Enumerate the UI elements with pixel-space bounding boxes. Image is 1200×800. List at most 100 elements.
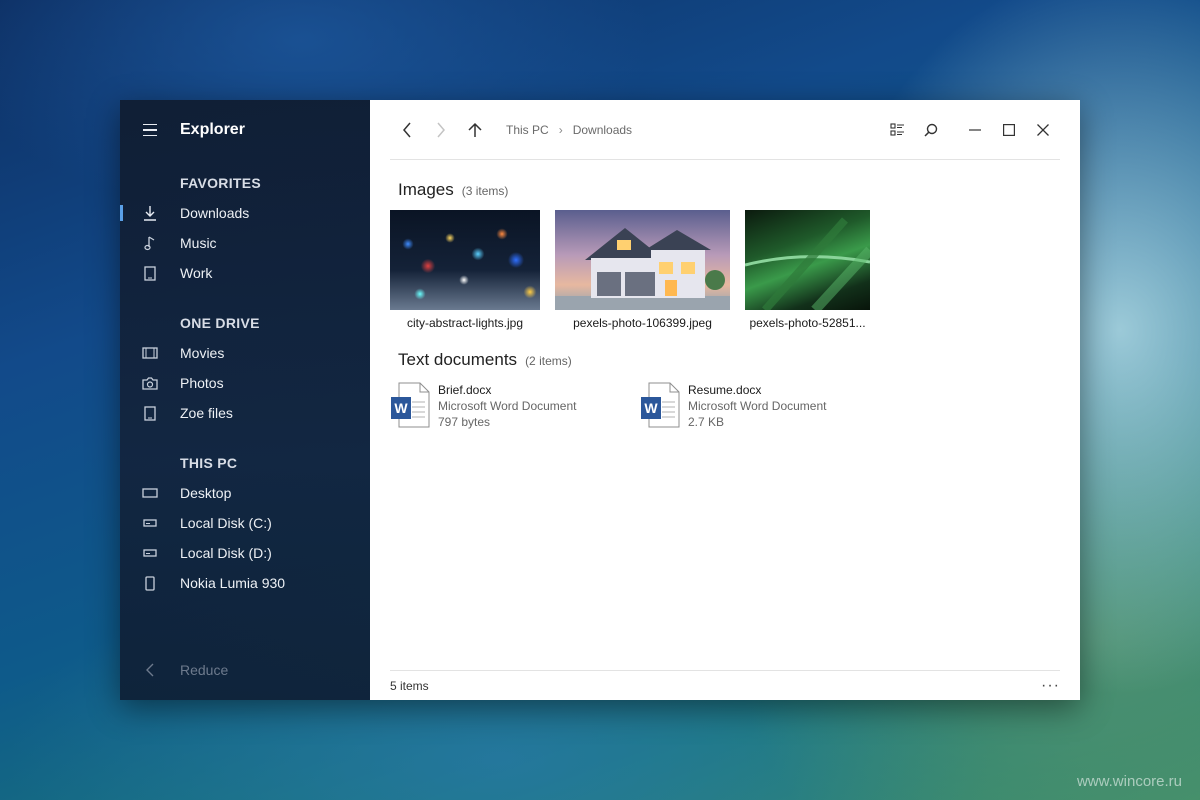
images-group-header: Images (3 items) bbox=[398, 180, 508, 200]
document-type: Microsoft Word Document bbox=[438, 399, 577, 413]
forward-arrow-icon bbox=[437, 122, 445, 137]
onedrive-section: ONE DRIVE Movies Photos Zoe files bbox=[120, 308, 370, 428]
music-icon bbox=[120, 235, 180, 251]
sidebar-item-label: Nokia Lumia 930 bbox=[180, 575, 286, 591]
svg-text:W: W bbox=[644, 400, 658, 416]
chevron-left-icon bbox=[120, 663, 180, 677]
image-file-name: city-abstract-lights.jpg bbox=[406, 316, 524, 330]
breadcrumb-downloads[interactable]: Downloads bbox=[573, 123, 632, 137]
document-details: Resume.docx Microsoft Word Document 2.7 … bbox=[688, 382, 827, 430]
phone-icon bbox=[120, 575, 180, 591]
sidebar-item-desktop[interactable]: Desktop bbox=[120, 478, 370, 508]
explorer-window: Explorer FAVORITES Downloads Music Work … bbox=[120, 100, 1080, 700]
breadcrumb-this-pc[interactable]: This PC bbox=[506, 123, 549, 137]
onedrive-heading: ONE DRIVE bbox=[180, 315, 260, 331]
minimize-icon bbox=[969, 128, 981, 131]
toolbar: This PC › Downloads bbox=[390, 100, 1060, 160]
documents-group-name: Text documents bbox=[398, 350, 518, 369]
documents-group-count: (2 items) bbox=[525, 354, 572, 368]
sidebar: Explorer FAVORITES Downloads Music Work … bbox=[120, 100, 370, 700]
sidebar-item-label: Zoe files bbox=[180, 405, 233, 421]
film-icon bbox=[120, 347, 180, 359]
toolbar-right bbox=[880, 113, 1060, 147]
details-view-icon bbox=[889, 123, 904, 136]
up-button[interactable] bbox=[458, 113, 492, 147]
breadcrumb: This PC › Downloads bbox=[506, 123, 632, 137]
close-icon bbox=[1037, 123, 1049, 136]
drive-icon bbox=[120, 519, 180, 527]
thispc-heading: THIS PC bbox=[180, 455, 238, 471]
svg-text:W: W bbox=[394, 400, 408, 416]
documents-group-header: Text documents (2 items) bbox=[398, 350, 572, 370]
hamburger-menu-icon[interactable] bbox=[120, 100, 180, 160]
camera-icon bbox=[120, 376, 180, 390]
breadcrumb-separator-icon: › bbox=[558, 122, 563, 137]
sidebar-item-label: Movies bbox=[180, 345, 225, 361]
images-group-name: Images bbox=[398, 180, 454, 199]
download-icon bbox=[120, 205, 180, 221]
close-button[interactable] bbox=[1026, 113, 1060, 147]
tablet-icon bbox=[120, 405, 180, 421]
back-arrow-icon bbox=[403, 122, 411, 137]
sidebar-item-zoe-files[interactable]: Zoe files bbox=[120, 398, 370, 428]
sidebar-item-downloads[interactable]: Downloads bbox=[120, 198, 370, 228]
sidebar-item-music[interactable]: Music bbox=[120, 228, 370, 258]
main-pane: This PC › Downloads Images (3 items) cit… bbox=[370, 100, 1080, 700]
sidebar-item-nokia-lumia[interactable]: Nokia Lumia 930 bbox=[120, 568, 370, 598]
document-name: Resume.docx bbox=[688, 383, 762, 397]
items-count: 5 items bbox=[390, 678, 429, 693]
word-document-icon: W bbox=[390, 382, 430, 428]
image-tile[interactable]: city-abstract-lights.jpg bbox=[390, 210, 540, 330]
sidebar-item-label: Music bbox=[180, 235, 217, 251]
minimize-button[interactable] bbox=[958, 113, 992, 147]
tablet-icon bbox=[120, 265, 180, 281]
sidebar-item-movies[interactable]: Movies bbox=[120, 338, 370, 368]
city-lights-thumbnail bbox=[390, 210, 540, 310]
up-arrow-icon bbox=[468, 122, 482, 137]
back-button[interactable] bbox=[390, 113, 424, 147]
more-options-button[interactable]: ··· bbox=[1041, 677, 1060, 695]
search-button[interactable] bbox=[914, 113, 948, 147]
leaf-photo-thumbnail bbox=[745, 210, 870, 310]
view-toggle-button[interactable] bbox=[880, 113, 914, 147]
app-title: Explorer bbox=[180, 121, 245, 138]
favorites-heading: FAVORITES bbox=[180, 175, 262, 191]
word-document-icon: W bbox=[640, 382, 680, 428]
sidebar-item-label: Downloads bbox=[180, 205, 250, 221]
document-details: Brief.docx Microsoft Word Document 797 b… bbox=[438, 382, 577, 430]
sidebar-item-local-disk-c[interactable]: Local Disk (C:) bbox=[120, 508, 370, 538]
watermark: www.wincore.ru bbox=[1076, 773, 1182, 790]
maximize-button[interactable] bbox=[992, 113, 1026, 147]
images-group-count: (3 items) bbox=[461, 184, 509, 198]
sidebar-item-photos[interactable]: Photos bbox=[120, 368, 370, 398]
image-tile[interactable]: pexels-photo-52851... bbox=[745, 210, 870, 330]
drive-icon bbox=[120, 549, 180, 557]
document-name: Brief.docx bbox=[438, 383, 492, 397]
image-tile[interactable]: pexels-photo-106399.jpeg bbox=[555, 210, 730, 330]
house-photo-thumbnail bbox=[555, 210, 730, 310]
desktop-icon bbox=[120, 488, 180, 498]
sidebar-header: Explorer bbox=[120, 100, 370, 160]
image-file-name: pexels-photo-106399.jpeg bbox=[573, 316, 712, 330]
document-item[interactable]: W Brief.docx Microsoft Word Document 797… bbox=[390, 382, 577, 430]
sidebar-item-label: Work bbox=[180, 265, 213, 281]
sidebar-item-work[interactable]: Work bbox=[120, 258, 370, 288]
reduce-label: Reduce bbox=[180, 662, 229, 678]
maximize-icon bbox=[1003, 123, 1015, 136]
document-item[interactable]: W Resume.docx Microsoft Word Document 2.… bbox=[640, 382, 827, 430]
document-type: Microsoft Word Document bbox=[688, 399, 827, 413]
image-file-name: pexels-photo-52851... bbox=[749, 316, 866, 330]
forward-button[interactable] bbox=[424, 113, 458, 147]
status-bar: 5 items ··· bbox=[390, 670, 1060, 700]
reduce-button[interactable]: Reduce bbox=[120, 655, 228, 685]
sidebar-item-label: Photos bbox=[180, 375, 224, 391]
sidebar-item-label: Local Disk (C:) bbox=[180, 515, 272, 531]
favorites-section: FAVORITES Downloads Music Work bbox=[120, 168, 370, 288]
sidebar-item-label: Local Disk (D:) bbox=[180, 545, 272, 561]
thispc-section: THIS PC Desktop Local Disk (C:) Local Di… bbox=[120, 448, 370, 598]
sidebar-item-label: Desktop bbox=[180, 485, 232, 501]
search-icon bbox=[924, 123, 938, 137]
sidebar-item-local-disk-d[interactable]: Local Disk (D:) bbox=[120, 538, 370, 568]
document-size: 2.7 KB bbox=[688, 415, 725, 429]
document-size: 797 bytes bbox=[438, 415, 491, 429]
